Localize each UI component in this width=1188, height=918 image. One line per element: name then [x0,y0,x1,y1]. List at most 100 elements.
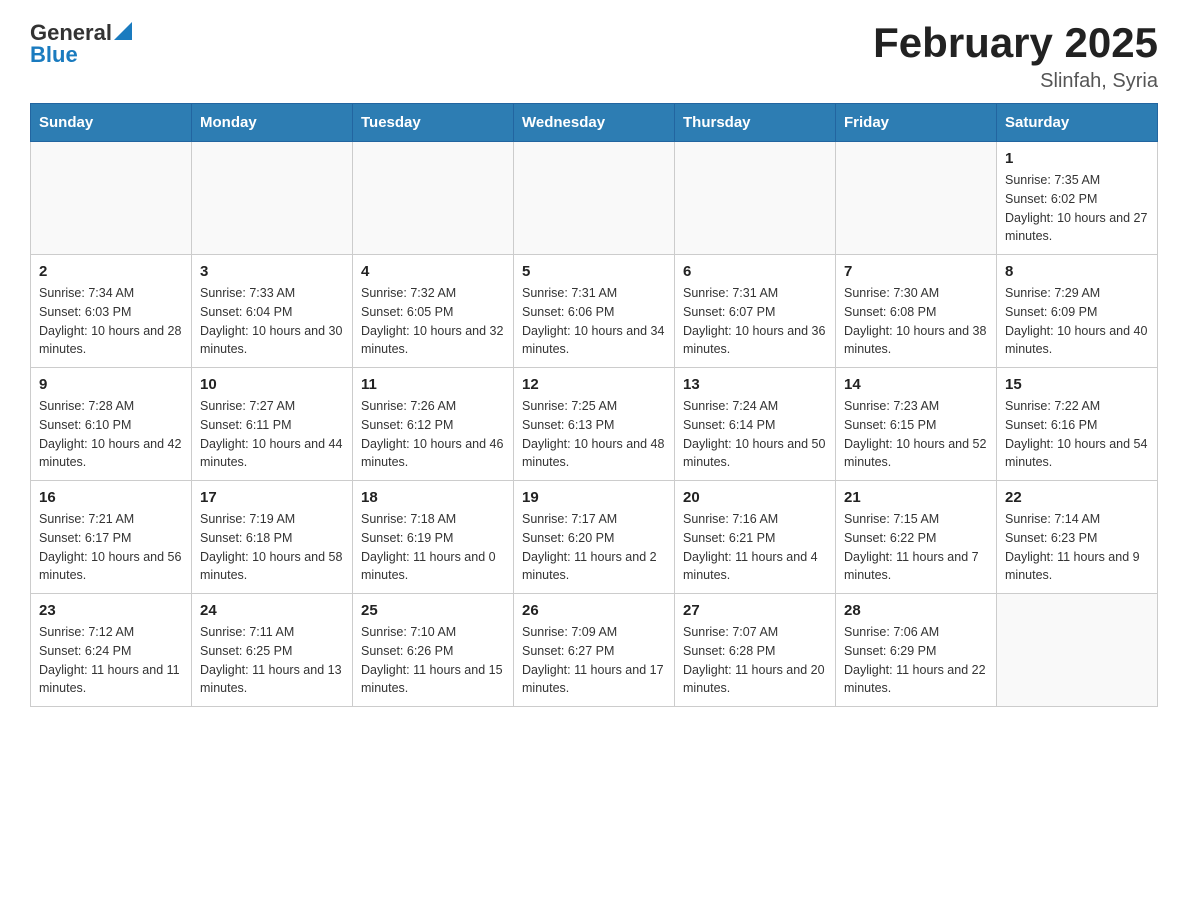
logo: General Blue [30,20,132,68]
day-number: 3 [200,263,344,280]
day-info: Sunrise: 7:31 AMSunset: 6:06 PMDaylight:… [522,284,666,359]
day-number: 17 [200,489,344,506]
day-number: 13 [683,376,827,393]
day-number: 14 [844,376,988,393]
calendar-cell [192,142,353,255]
calendar-week-row: 9 Sunrise: 7:28 AMSunset: 6:10 PMDaylight… [31,368,1158,481]
calendar-cell: 7 Sunrise: 7:30 AMSunset: 6:08 PMDaylight… [836,255,997,368]
calendar-cell: 6 Sunrise: 7:31 AMSunset: 6:07 PMDaylight… [675,255,836,368]
calendar-weekday-tuesday: Tuesday [353,104,514,142]
day-number: 7 [844,263,988,280]
calendar-weekday-saturday: Saturday [997,104,1158,142]
calendar-cell: 2 Sunrise: 7:34 AMSunset: 6:03 PMDaylight… [31,255,192,368]
day-number: 27 [683,602,827,619]
day-info: Sunrise: 7:31 AMSunset: 6:07 PMDaylight:… [683,284,827,359]
calendar-cell [675,142,836,255]
day-info: Sunrise: 7:22 AMSunset: 6:16 PMDaylight:… [1005,397,1149,472]
calendar-cell: 15 Sunrise: 7:22 AMSunset: 6:16 PMDayligh… [997,368,1158,481]
day-number: 11 [361,376,505,393]
calendar-cell: 26Sunrise: 7:09 AMSunset: 6:27 PMDayligh… [514,594,675,707]
calendar-header-row: SundayMondayTuesdayWednesdayThursdayFrid… [31,104,1158,142]
day-info: Sunrise: 7:12 AMSunset: 6:24 PMDaylight:… [39,623,183,698]
logo-triangle-icon [114,22,132,40]
calendar-cell: 27 Sunrise: 7:07 AMSunset: 6:28 PMDayligh… [675,594,836,707]
day-info: Sunrise: 7:25 AMSunset: 6:13 PMDaylight:… [522,397,666,472]
day-info: Sunrise: 7:24 AMSunset: 6:14 PMDaylight:… [683,397,827,472]
day-info: Sunrise: 7:23 AMSunset: 6:15 PMDaylight:… [844,397,988,472]
day-info: Sunrise: 7:35 AMSunset: 6:02 PMDaylight:… [1005,171,1149,246]
day-info: Sunrise: 7:21 AMSunset: 6:17 PMDaylight:… [39,510,183,585]
day-info: Sunrise: 7:30 AMSunset: 6:08 PMDaylight:… [844,284,988,359]
calendar-cell [353,142,514,255]
day-number: 20 [683,489,827,506]
day-info: Sunrise: 7:07 AMSunset: 6:28 PMDaylight:… [683,623,827,698]
day-info: Sunrise: 7:34 AMSunset: 6:03 PMDaylight:… [39,284,183,359]
calendar-weekday-monday: Monday [192,104,353,142]
calendar-cell: 23 Sunrise: 7:12 AMSunset: 6:24 PMDayligh… [31,594,192,707]
day-info: Sunrise: 7:27 AMSunset: 6:11 PMDaylight:… [200,397,344,472]
calendar-cell: 11 Sunrise: 7:26 AMSunset: 6:12 PMDayligh… [353,368,514,481]
day-number: 22 [1005,489,1149,506]
day-info: Sunrise: 7:28 AMSunset: 6:10 PMDaylight:… [39,397,183,472]
calendar-cell: 24 Sunrise: 7:11 AMSunset: 6:25 PMDayligh… [192,594,353,707]
page-title: February 2025 [873,20,1158,66]
day-number: 18 [361,489,505,506]
calendar-cell: 10 Sunrise: 7:27 AMSunset: 6:11 PMDayligh… [192,368,353,481]
calendar-weekday-sunday: Sunday [31,104,192,142]
calendar-cell: 9 Sunrise: 7:28 AMSunset: 6:10 PMDaylight… [31,368,192,481]
calendar-cell: 5 Sunrise: 7:31 AMSunset: 6:06 PMDaylight… [514,255,675,368]
calendar-cell: 22Sunrise: 7:14 AMSunset: 6:23 PMDayligh… [997,481,1158,594]
calendar-cell: 1 Sunrise: 7:35 AMSunset: 6:02 PMDaylight… [997,142,1158,255]
day-info: Sunrise: 7:10 AMSunset: 6:26 PMDaylight:… [361,623,505,698]
page-subtitle: Slinfah, Syria [873,70,1158,93]
calendar-week-row: 16 Sunrise: 7:21 AMSunset: 6:17 PMDayligh… [31,481,1158,594]
logo-blue-text: Blue [30,42,78,68]
calendar-cell: 14 Sunrise: 7:23 AMSunset: 6:15 PMDayligh… [836,368,997,481]
calendar-week-row: 1 Sunrise: 7:35 AMSunset: 6:02 PMDaylight… [31,142,1158,255]
day-number: 24 [200,602,344,619]
day-number: 16 [39,489,183,506]
day-info: Sunrise: 7:16 AMSunset: 6:21 PMDaylight:… [683,510,827,585]
day-info: Sunrise: 7:09 AMSunset: 6:27 PMDaylight:… [522,623,666,698]
calendar-week-row: 2 Sunrise: 7:34 AMSunset: 6:03 PMDaylight… [31,255,1158,368]
calendar-cell [31,142,192,255]
day-number: 23 [39,602,183,619]
calendar-cell: 21 Sunrise: 7:15 AMSunset: 6:22 PMDayligh… [836,481,997,594]
day-info: Sunrise: 7:15 AMSunset: 6:22 PMDaylight:… [844,510,988,585]
calendar-cell: 28Sunrise: 7:06 AMSunset: 6:29 PMDayligh… [836,594,997,707]
calendar-cell: 16 Sunrise: 7:21 AMSunset: 6:17 PMDayligh… [31,481,192,594]
day-info: Sunrise: 7:32 AMSunset: 6:05 PMDaylight:… [361,284,505,359]
calendar-cell: 13 Sunrise: 7:24 AMSunset: 6:14 PMDayligh… [675,368,836,481]
day-number: 10 [200,376,344,393]
day-info: Sunrise: 7:26 AMSunset: 6:12 PMDaylight:… [361,397,505,472]
calendar-weekday-wednesday: Wednesday [514,104,675,142]
calendar-cell [836,142,997,255]
day-info: Sunrise: 7:11 AMSunset: 6:25 PMDaylight:… [200,623,344,698]
day-number: 2 [39,263,183,280]
day-number: 21 [844,489,988,506]
day-number: 19 [522,489,666,506]
calendar-cell [514,142,675,255]
calendar-table: SundayMondayTuesdayWednesdayThursdayFrid… [30,103,1158,707]
calendar-cell: 25 Sunrise: 7:10 AMSunset: 6:26 PMDayligh… [353,594,514,707]
day-number: 15 [1005,376,1149,393]
day-number: 6 [683,263,827,280]
day-number: 5 [522,263,666,280]
calendar-cell [997,594,1158,707]
day-number: 12 [522,376,666,393]
calendar-cell: 20 Sunrise: 7:16 AMSunset: 6:21 PMDayligh… [675,481,836,594]
calendar-cell: 8Sunrise: 7:29 AMSunset: 6:09 PMDaylight… [997,255,1158,368]
calendar-cell: 19Sunrise: 7:17 AMSunset: 6:20 PMDayligh… [514,481,675,594]
day-number: 28 [844,602,988,619]
day-number: 9 [39,376,183,393]
day-info: Sunrise: 7:33 AMSunset: 6:04 PMDaylight:… [200,284,344,359]
calendar-cell: 12 Sunrise: 7:25 AMSunset: 6:13 PMDayligh… [514,368,675,481]
calendar-cell: 17 Sunrise: 7:19 AMSunset: 6:18 PMDayligh… [192,481,353,594]
page-header: General Blue February 2025 Slinfah, Syri… [30,20,1158,93]
day-number: 25 [361,602,505,619]
day-info: Sunrise: 7:18 AMSunset: 6:19 PMDaylight:… [361,510,505,585]
day-number: 1 [1005,150,1149,167]
day-number: 8 [1005,263,1149,280]
day-info: Sunrise: 7:19 AMSunset: 6:18 PMDaylight:… [200,510,344,585]
calendar-weekday-thursday: Thursday [675,104,836,142]
